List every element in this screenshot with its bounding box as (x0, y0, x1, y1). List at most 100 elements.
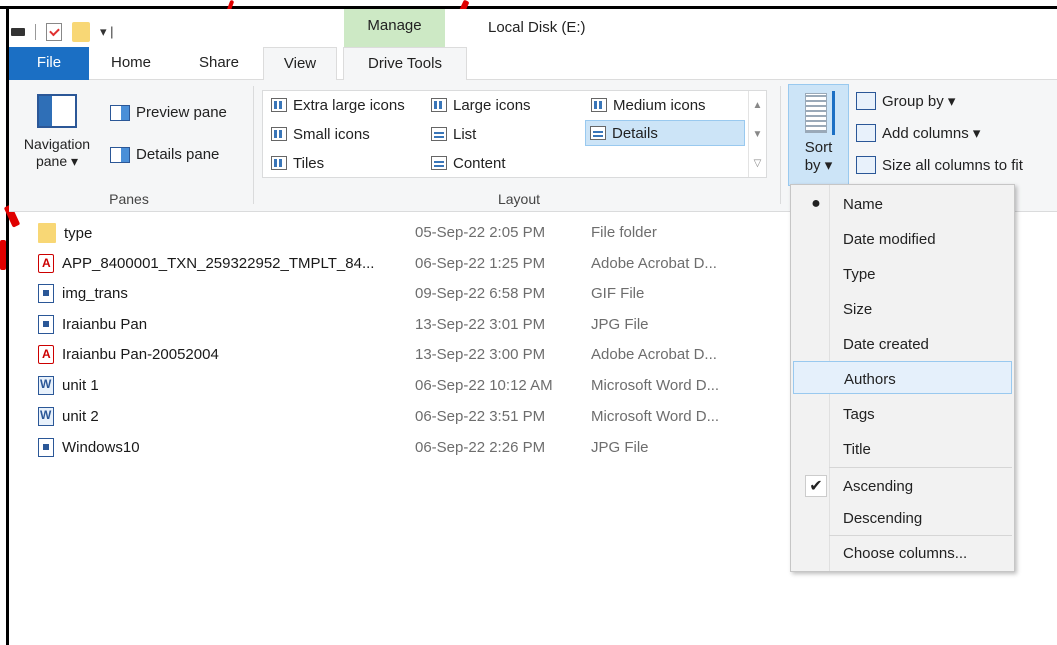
tab-share[interactable]: Share (191, 47, 247, 80)
content-view-icon (431, 156, 447, 170)
layout-list[interactable]: List (427, 121, 480, 147)
file-row[interactable]: Iraianbu Pan-20052004 13-Sep-22 3:00 PM … (9, 340, 789, 370)
properties-icon[interactable] (46, 23, 62, 41)
layout-medium-icons[interactable]: Medium icons (587, 92, 710, 118)
sort-menu-item-date-created[interactable]: Date created (793, 327, 1012, 360)
file-date: 13-Sep-22 3:01 PM (415, 316, 546, 333)
image-file-icon (38, 315, 54, 334)
sort-menu-item-size[interactable]: Size (793, 292, 1012, 325)
sort-menu-item-type[interactable]: Type (793, 257, 1012, 290)
preview-pane-icon (110, 104, 130, 121)
tiles-label: Tiles (293, 154, 325, 172)
menu-item-label: Tags (843, 406, 875, 423)
file-name: unit 1 (62, 377, 99, 394)
sort-menu-item-authors[interactable]: Authors (793, 361, 1012, 394)
details-pane-icon (110, 146, 130, 163)
layout-small-icons[interactable]: Small icons (267, 121, 374, 147)
details-view-icon (590, 126, 606, 140)
annotation-mark (0, 240, 6, 270)
layout-gallery: Extra large icons Large icons Medium ico… (262, 90, 767, 178)
large-icons-label: Large icons (453, 96, 531, 114)
menu-item-label: Size (843, 301, 873, 318)
details-pane-button[interactable]: Details pane (110, 146, 219, 163)
menu-item-label: Title (843, 441, 871, 458)
size-columns-icon (856, 156, 876, 174)
sort-by-label-2: by ▾ (804, 157, 833, 174)
add-columns-button[interactable]: Add columns ▾ (856, 124, 980, 142)
layout-group-label: Layout (497, 191, 541, 207)
file-type: JPG File (591, 439, 649, 456)
manage-contextual-tab[interactable]: Manage (344, 9, 445, 49)
gallery-expand-icon[interactable]: ▽ (749, 149, 766, 178)
image-file-icon (38, 284, 54, 303)
preview-pane-button[interactable]: Preview pane (110, 104, 227, 121)
layout-extra-large-icons[interactable]: Extra large icons (267, 92, 409, 118)
menu-item-label: Date created (843, 336, 929, 353)
word-doc-icon (38, 407, 54, 426)
file-date: 06-Sep-22 3:51 PM (415, 408, 546, 425)
layout-content[interactable]: Content (427, 150, 510, 176)
file-date: 06-Sep-22 1:25 PM (415, 255, 546, 272)
sort-menu-item-choose-columns[interactable]: Choose columns... (793, 536, 1012, 569)
sort-menu-item-title[interactable]: Title (793, 432, 1012, 465)
tab-drive-tools[interactable]: Drive Tools (343, 47, 467, 81)
file-name: Windows10 (62, 439, 140, 456)
file-date: 06-Sep-22 2:26 PM (415, 439, 546, 456)
new-folder-icon[interactable] (72, 22, 90, 42)
sort-by-label: Sort (804, 139, 833, 156)
file-name: Iraianbu Pan-20052004 (62, 346, 219, 363)
menu-item-label: Date modified (843, 231, 936, 248)
size-all-columns-label: Size all columns to fit (882, 156, 1023, 174)
navigation-pane-button[interactable]: Navigation pane ▾ (17, 94, 97, 170)
navigation-pane-label-2: pane ▾ (35, 153, 79, 169)
tab-home[interactable]: Home (101, 47, 161, 80)
sort-by-button[interactable]: Sort by ▾ (788, 84, 849, 186)
layout-tiles[interactable]: Tiles (267, 150, 328, 176)
menu-item-label: Ascending (843, 478, 914, 495)
sort-menu-item-date-modified[interactable]: Date modified (793, 222, 1012, 255)
preview-pane-label: Preview pane (136, 104, 227, 121)
pdf-icon (38, 254, 54, 273)
group-by-label: Group by ▾ (882, 93, 956, 110)
file-name: img_trans (62, 285, 128, 302)
menu-item-label: Authors (844, 371, 896, 388)
file-name: APP_8400001_TXN_259322952_TMPLT_84... (62, 255, 375, 272)
file-row[interactable]: APP_8400001_TXN_259322952_TMPLT_84... 06… (9, 249, 789, 279)
file-row[interactable]: Windows10 06-Sep-22 2:26 PM JPG File (9, 433, 789, 463)
file-name: type (64, 224, 93, 242)
small-icons-icon (271, 127, 287, 141)
gallery-scroll-up-icon[interactable]: ▲ (749, 91, 766, 120)
qat-customize-dropdown[interactable]: ▾ | (100, 24, 114, 40)
size-all-columns-button[interactable]: Size all columns to fit (856, 156, 1023, 174)
file-name: unit 2 (62, 408, 99, 425)
sort-menu-item-ascending[interactable]: ✔ Ascending (793, 469, 1012, 502)
gallery-scroll[interactable]: ▲ ▼ ▽ (748, 91, 766, 177)
sort-menu-item-descending[interactable]: Descending (793, 501, 1012, 534)
layout-details[interactable]: Details (585, 120, 745, 146)
group-by-icon (856, 92, 876, 110)
folder-icon (38, 223, 56, 243)
gallery-scroll-down-icon[interactable]: ▼ (749, 120, 766, 149)
medium-icons-label: Medium icons (613, 96, 706, 114)
group-by-button[interactable]: Group by ▾ (856, 92, 955, 110)
file-row[interactable]: unit 1 06-Sep-22 10:12 AM Microsoft Word… (9, 371, 789, 401)
file-type: File folder (591, 224, 657, 241)
layout-large-icons[interactable]: Large icons (427, 92, 535, 118)
ribbon-tabs: File Home Share View Drive Tools (9, 47, 1057, 81)
window-title: Local Disk (E:) (488, 19, 586, 36)
file-row[interactable]: unit 2 06-Sep-22 3:51 PM Microsoft Word … (9, 402, 789, 432)
tab-file[interactable]: File (9, 47, 89, 80)
file-row[interactable]: Iraianbu Pan 13-Sep-22 3:01 PM JPG File (9, 310, 789, 340)
file-type: Adobe Acrobat D... (591, 346, 717, 363)
tab-view[interactable]: View (263, 47, 337, 81)
title-bar: ▾ | Manage Local Disk (E:) (9, 9, 1057, 49)
word-doc-icon (38, 376, 54, 395)
file-row[interactable]: img_trans 09-Sep-22 6:58 PM GIF File (9, 279, 789, 309)
quick-access-toolbar: ▾ | (9, 19, 114, 45)
file-name: Iraianbu Pan (62, 316, 148, 333)
details-pane-label: Details pane (136, 146, 220, 163)
sort-menu-item-name[interactable]: ● Name (793, 187, 1012, 220)
panes-group-label: Panes (109, 191, 149, 207)
file-row[interactable]: type 05-Sep-22 2:05 PM File folder (9, 218, 789, 248)
sort-menu-item-tags[interactable]: Tags (793, 397, 1012, 430)
